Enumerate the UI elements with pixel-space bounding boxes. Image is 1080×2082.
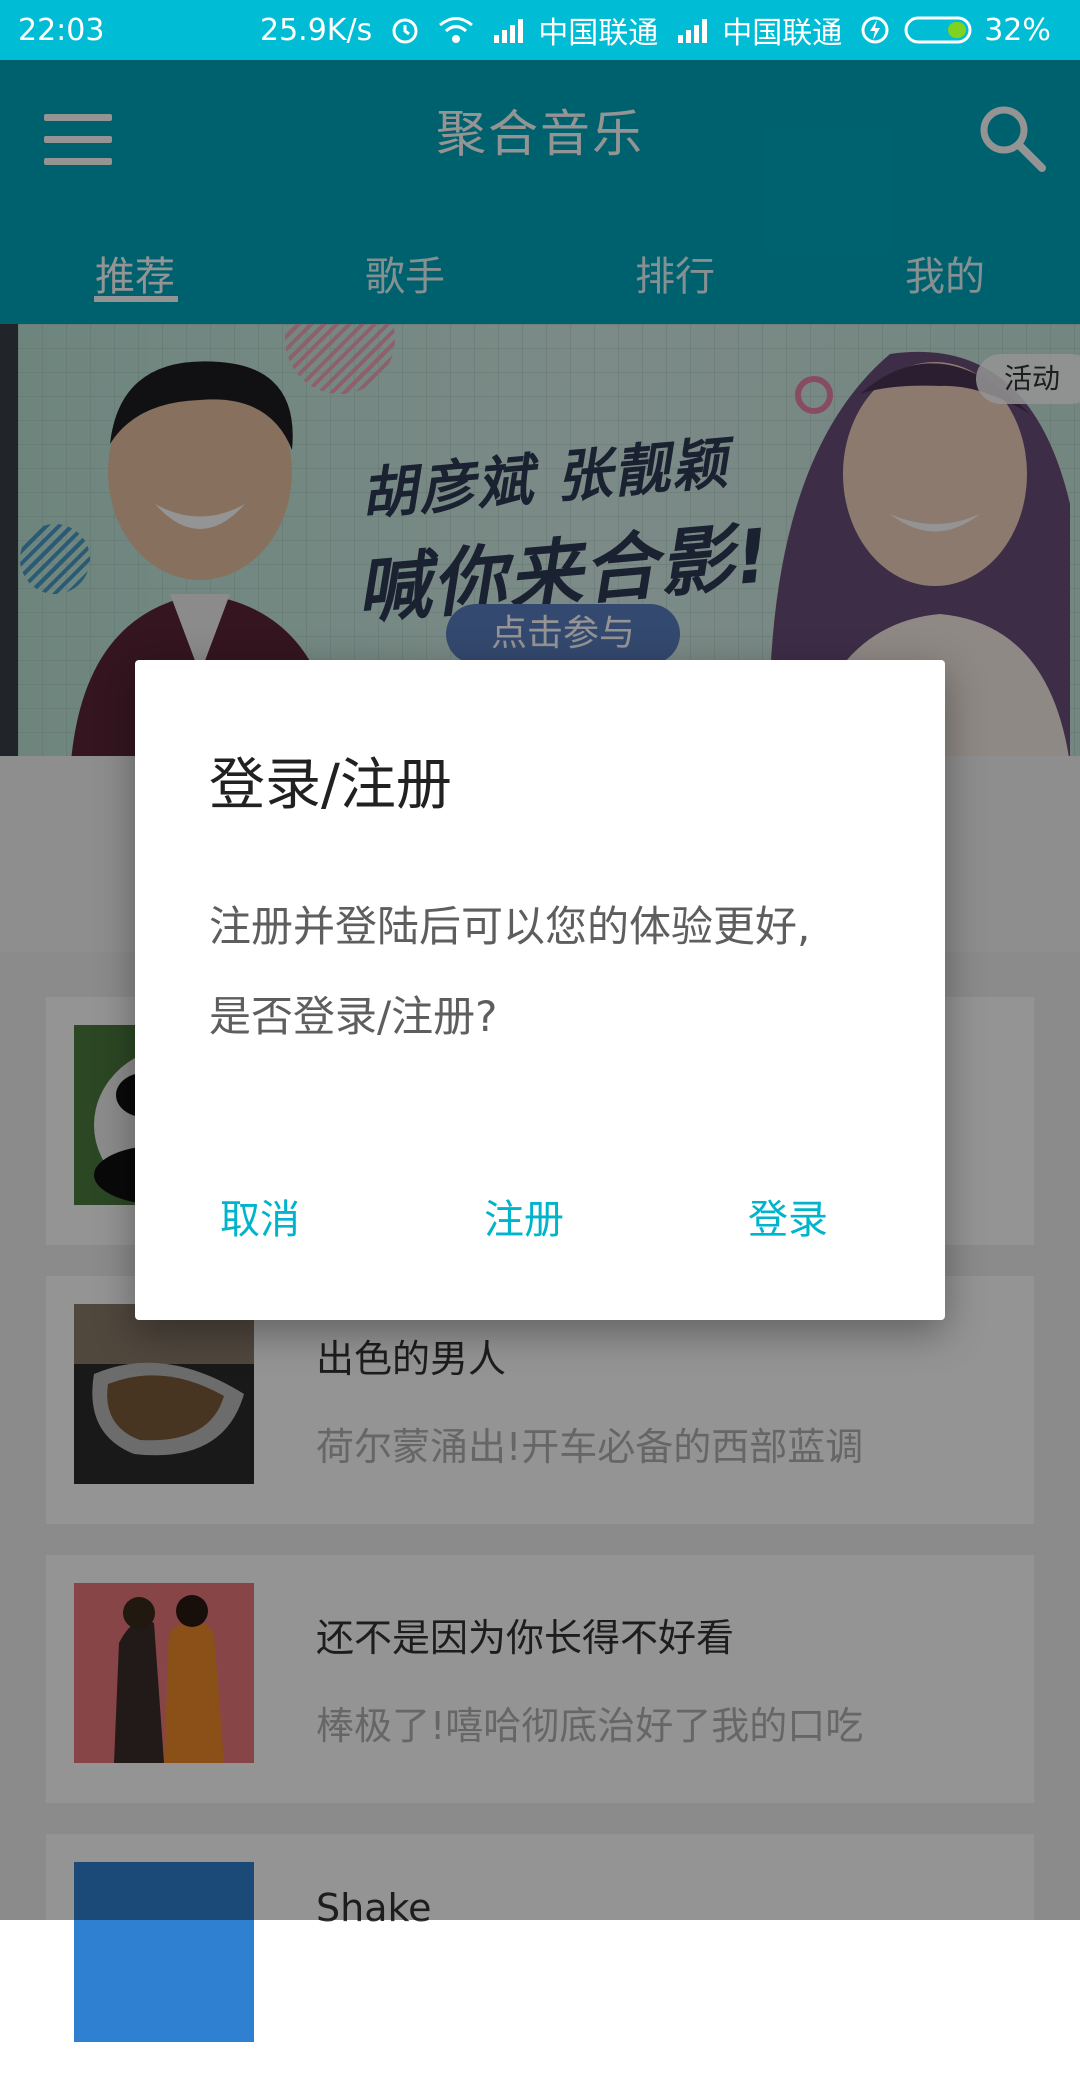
battery-icon: [904, 15, 976, 45]
register-button[interactable]: 注册: [444, 1190, 604, 1250]
alarm-icon: [390, 15, 420, 45]
status-net-speed: 25.9K/s: [260, 12, 373, 48]
signal-icon: [676, 17, 712, 43]
dialog-message: 注册并登陆后可以您的体验更好, 是否登录/注册?: [209, 902, 811, 1041]
status-bar: 22:03 25.9K/s 中国联通 中国联通 32%: [0, 0, 1080, 60]
login-button[interactable]: 登录: [708, 1190, 868, 1250]
status-carrier-1: 中国联通: [538, 16, 659, 51]
wifi-icon: [438, 15, 474, 45]
status-battery-percent: 32%: [984, 12, 1051, 48]
charging-icon: [860, 15, 890, 45]
cancel-button[interactable]: 取消: [180, 1190, 340, 1250]
dialog-title: 登录/注册: [209, 753, 452, 818]
status-carrier-2: 中国联通: [722, 16, 843, 51]
login-register-dialog: 登录/注册 注册并登陆后可以您的体验更好, 是否登录/注册? 取消 注册 登录: [135, 660, 945, 1320]
signal-icon: [492, 17, 528, 43]
status-time: 22:03: [18, 12, 105, 48]
